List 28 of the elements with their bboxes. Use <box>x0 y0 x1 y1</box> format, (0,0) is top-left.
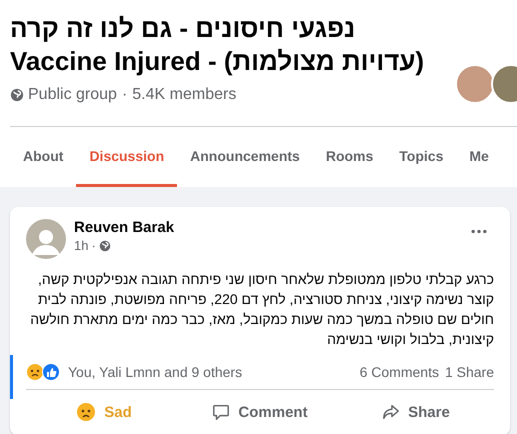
tab[interactable]: Announcements <box>177 127 313 187</box>
tab[interactable]: Me <box>456 127 502 187</box>
reactions-summary[interactable]: You, Yali Lmnn and 9 others <box>68 364 242 380</box>
reaction-icons <box>26 363 62 381</box>
share-arrow-icon <box>382 403 400 421</box>
author-name[interactable]: Reuven Barak <box>74 219 174 236</box>
privacy-label: Public group <box>28 86 117 104</box>
separator: · <box>122 86 128 104</box>
globe-icon <box>98 240 111 252</box>
comment-button[interactable]: Comment <box>182 394 338 430</box>
share-button[interactable]: Share <box>338 394 494 430</box>
sad-face-icon <box>76 402 96 422</box>
tab[interactable]: Topics <box>386 127 456 187</box>
author-avatar[interactable] <box>26 219 66 259</box>
highlight-bar <box>10 355 13 399</box>
more-icon[interactable] <box>470 229 488 234</box>
member-count[interactable]: 5.4K members <box>132 86 236 104</box>
comment-icon <box>212 403 230 421</box>
tab[interactable]: About <box>10 127 76 187</box>
comment-count[interactable]: 6 Comments <box>360 364 439 380</box>
post-text: כרגע קבלתי טלפון ממטופלת שלאחר חיסון שני פיתחה תגובה אנפילקטית קשה, קוצר נשימה קיצוני, צניחת סטורציה, לחץ דם 220, פריחה מפושטת, פונתה לבית חולים שם טופלה במשך כמה שעות כמקובל, מאז, כבר כמה ימים מתארת חולשה קיצונית, בלבול וקושי בנשימה <box>29 270 494 349</box>
tab[interactable]: Rooms <box>312 127 386 187</box>
group-title: נפגעי חיסונים - גם לנו זה קרה (עדויות מצולמות) - Vaccine Injured <box>10 12 426 78</box>
share-count[interactable]: 1 Share <box>444 364 494 380</box>
tab[interactable]: Discussion <box>76 127 178 187</box>
separator: · <box>91 238 96 253</box>
globe-icon <box>10 88 24 102</box>
post-time[interactable]: 1h <box>74 238 88 253</box>
